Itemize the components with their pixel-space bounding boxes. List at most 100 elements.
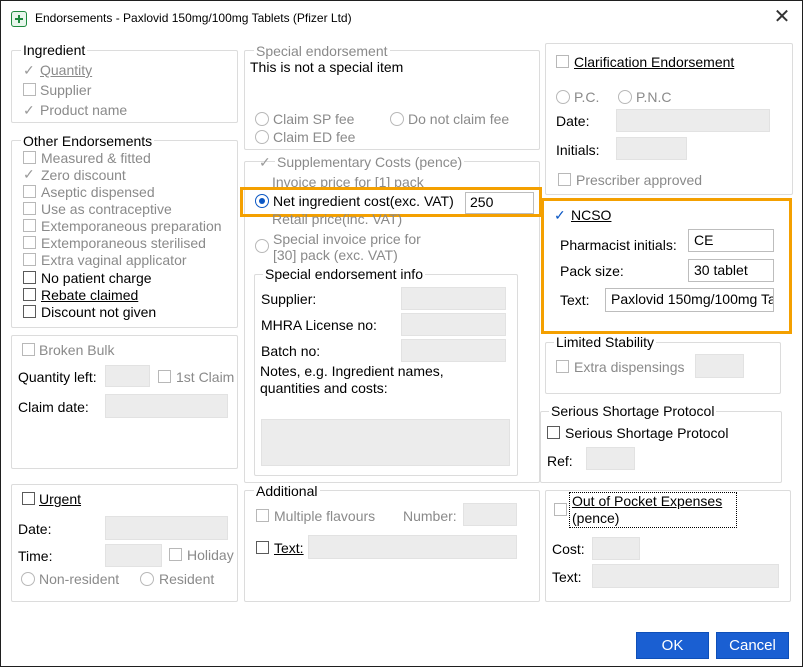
oop-checkbox[interactable] [554,503,567,516]
special-invoice-label-1: Special invoice price for [273,231,421,247]
prescriber-approved-checkbox[interactable] [558,173,571,186]
extemp-sterilised-label: Extemporaneous sterilised [41,235,206,251]
close-icon[interactable]: ✕ [771,7,793,29]
ncso-check-icon[interactable]: ✓ [554,208,566,222]
oop-text-label: Text: [552,569,582,585]
pharmacist-initials-label: Pharmacist initials: [560,237,677,253]
ok-button[interactable]: OK [636,632,709,659]
claim-ed-fee-radio[interactable] [255,130,269,144]
non-resident-label: Non-resident [39,571,120,587]
clarification-date-field[interactable] [616,109,770,132]
non-resident-radio[interactable] [21,572,35,586]
net-cost-radio[interactable] [255,194,269,208]
oop-cost-field[interactable] [592,537,640,560]
mhra-license-field[interactable] [401,313,506,336]
notes-field[interactable] [261,419,510,466]
batch-no-field[interactable] [401,339,506,362]
additional-legend: Additional [254,483,320,499]
net-cost-label: Net ingredient cost(exc. VAT) [273,193,454,209]
special-invoice-radio[interactable] [255,239,269,253]
rebate-claimed-checkbox[interactable] [23,288,36,301]
supplementary-legend: Supplementary Costs (pence) [275,154,465,170]
pharmacist-initials-input[interactable]: CE [688,229,774,252]
vaginal-applicator-checkbox[interactable] [23,253,36,266]
pc-radio[interactable] [556,90,570,104]
no-patient-charge-checkbox[interactable] [23,271,36,284]
window-title: Endorsements - Paxlovid 150mg/100mg Tabl… [35,11,352,25]
ncso-label: NCSO [571,207,612,223]
ncso-text-label: Text: [560,292,590,308]
resident-radio[interactable] [140,572,154,586]
zero-discount-check-icon[interactable]: ✓ [23,167,35,181]
measured-fitted-checkbox[interactable] [23,151,36,164]
first-claim-checkbox[interactable] [158,370,171,383]
claim-sp-fee-radio[interactable] [255,112,269,126]
extemp-preparation-checkbox[interactable] [23,219,36,232]
number-field[interactable] [463,503,517,526]
multiple-flavours-label: Multiple flavours [274,508,376,524]
claim-sp-fee-label: Claim SP fee [273,111,355,127]
discount-not-given-label: Discount not given [41,304,157,320]
discount-not-given-checkbox[interactable] [23,305,36,318]
special-endorsement-info-legend: Special endorsement info [263,266,425,282]
product-name-label: Product name [40,102,128,118]
sei-supplier-field[interactable] [401,287,506,310]
first-claim-label: 1st Claim [176,369,235,385]
extemp-sterilised-checkbox[interactable] [23,236,36,249]
net-cost-input[interactable]: 250 [465,192,534,214]
do-not-claim-fee-radio[interactable] [390,112,404,126]
supplier-label: Supplier [40,82,92,98]
ssp-checkbox-label: Serious Shortage Protocol [565,425,729,441]
notes-label-1: Notes, e.g. Ingredient names, [260,363,444,379]
additional-text-checkbox[interactable] [256,541,269,554]
pnc-label: P.N.C [636,89,672,105]
claim-date-field[interactable] [105,394,228,418]
contraceptive-checkbox[interactable] [23,202,36,215]
extra-dispensings-checkbox[interactable] [556,360,569,373]
pack-size-input[interactable]: 30 tablet [688,259,774,282]
ncso-text-input[interactable]: Paxlovid 150mg/100mg Tablets [605,288,774,312]
special-status-text: This is not a special item [250,59,404,75]
urgent-label: Urgent [39,491,82,507]
quantity-left-field[interactable] [105,365,150,387]
supplementary-check-icon[interactable]: ✓ [259,155,271,169]
zero-discount-label: Zero discount [41,167,126,183]
aseptic-dispensed-checkbox[interactable] [23,185,36,198]
urgent-time-field[interactable] [105,544,162,567]
clarification-initials-field[interactable] [616,137,687,160]
ssp-ref-field[interactable] [586,447,635,470]
notes-label-2: quantities and costs: [260,380,388,396]
plus-medical-icon [11,11,27,27]
extra-dispensings-field[interactable] [695,354,744,378]
quantity-check-icon[interactable]: ✓ [23,63,35,77]
oop-label-2: (pence) [572,510,620,526]
clarification-checkbox[interactable] [556,55,569,68]
aseptic-dispensed-label: Aseptic dispensed [41,184,155,200]
supplier-checkbox[interactable] [23,83,36,96]
claim-date-label: Claim date: [18,399,89,415]
pc-label: P.C. [574,89,600,105]
urgent-checkbox[interactable] [22,492,35,505]
ssp-group [540,411,782,483]
additional-text-label: Text: [274,540,304,556]
product-name-check-icon[interactable]: ✓ [23,103,35,117]
urgent-date-field[interactable] [105,516,228,540]
urgent-time-label: Time: [18,548,53,564]
rebate-claimed-label: Rebate claimed [41,287,139,303]
pnc-radio[interactable] [618,90,632,104]
clarification-date-label: Date: [556,113,590,129]
batch-no-label: Batch no: [261,343,321,359]
broken-bulk-checkbox[interactable] [22,343,35,356]
sei-supplier-label: Supplier: [261,291,317,307]
urgent-date-label: Date: [18,521,52,537]
extemp-preparation-label: Extemporaneous preparation [41,218,222,234]
multiple-flavours-checkbox[interactable] [256,509,269,522]
holiday-checkbox[interactable] [169,548,182,561]
cancel-button[interactable]: Cancel [716,632,789,659]
contraceptive-label: Use as contraceptive [41,201,172,217]
quantity-left-label: Quantity left: [18,369,97,385]
additional-text-field[interactable] [308,535,517,559]
ssp-ref-label: Ref: [547,453,573,469]
ssp-checkbox[interactable] [547,426,560,439]
oop-text-field[interactable] [592,564,779,588]
